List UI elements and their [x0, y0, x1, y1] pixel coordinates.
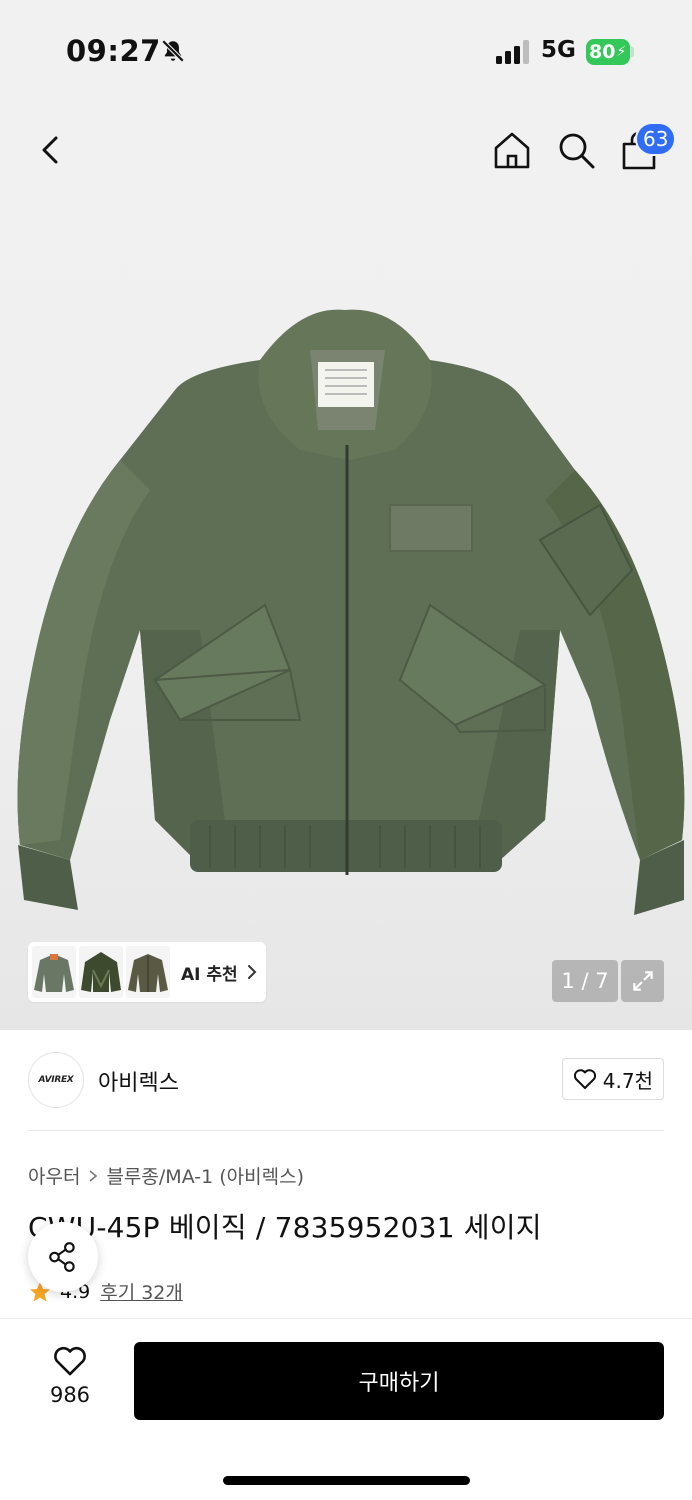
reviews-link[interactable]: 후기 32개	[100, 1278, 183, 1305]
wishlist-button[interactable]: 986	[40, 1345, 100, 1415]
thumbnail-3[interactable]	[126, 946, 170, 998]
share-icon	[49, 1242, 75, 1272]
wishlist-count: 986	[49, 1383, 91, 1407]
product-title: CWU-45P 베이직 / 7835952031 세이지	[28, 1211, 542, 1244]
brand-name[interactable]: 아비렉스	[98, 1065, 179, 1097]
status-bar: 09:27 5G 80 ⚡	[0, 0, 692, 100]
ai-recommend-strip[interactable]: AI 추천	[28, 942, 266, 1002]
brand-like-count: 4.7천	[602, 1068, 653, 1093]
bottom-action-bar: 986 구매하기	[0, 1318, 692, 1500]
back-icon[interactable]	[30, 130, 70, 170]
image-counter: 1 / 7	[552, 960, 618, 1002]
status-time: 09:27	[66, 34, 161, 68]
chevron-right-icon	[89, 1169, 98, 1182]
battery-icon: 80 ⚡	[586, 39, 634, 65]
heart-icon	[573, 1069, 596, 1089]
cart-count-badge: 63	[635, 122, 677, 156]
battery-level: 80	[589, 41, 616, 63]
share-button[interactable]	[28, 1222, 98, 1292]
search-icon[interactable]	[554, 128, 598, 172]
divider	[28, 1130, 664, 1131]
brand-row: AVIREX 아비렉스 4.7천	[28, 1052, 664, 1110]
breadcrumb-category[interactable]: 아우터	[28, 1162, 80, 1189]
breadcrumb: 아우터 블루종/MA-1 (아비렉스)	[28, 1162, 304, 1189]
home-indicator	[223, 1476, 470, 1485]
breadcrumb-subcategory[interactable]: 블루종/MA-1 (아비렉스)	[106, 1162, 304, 1189]
thumbnail-2[interactable]	[79, 946, 123, 998]
network-type: 5G	[541, 37, 576, 63]
top-nav	[0, 110, 692, 190]
buy-button[interactable]: 구매하기	[134, 1342, 664, 1420]
brand-like-button[interactable]: 4.7천	[561, 1058, 664, 1100]
thumbnail-1[interactable]	[32, 946, 76, 998]
product-photo[interactable]	[0, 300, 692, 930]
signal-icon	[496, 40, 529, 64]
ai-recommend-label: AI 추천	[181, 964, 238, 985]
brand-logo-text: AVIREX	[38, 1075, 74, 1085]
expand-icon	[632, 971, 653, 991]
expand-button[interactable]	[621, 960, 664, 1002]
bell-muted-icon	[161, 39, 185, 63]
chevron-right-icon	[247, 965, 257, 979]
home-icon[interactable]	[490, 128, 534, 172]
heart-icon	[54, 1346, 86, 1376]
brand-logo[interactable]: AVIREX	[28, 1052, 84, 1108]
